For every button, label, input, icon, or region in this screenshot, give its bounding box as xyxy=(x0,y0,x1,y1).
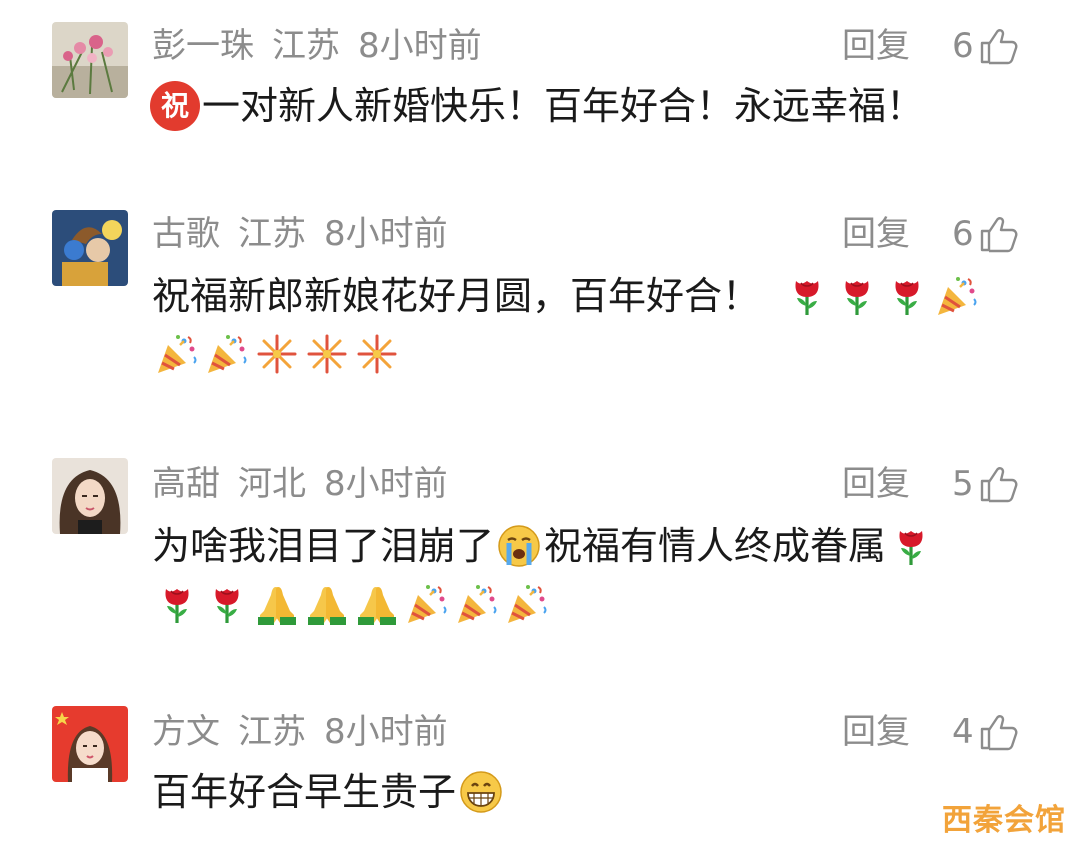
comment-text-line: 祝福有情人终成眷属 xyxy=(544,524,887,568)
comment-text: 祝福新郎新娘花好月圆，百年好合！ xyxy=(152,270,982,322)
like-button[interactable]: 6 xyxy=(952,24,1018,68)
like-button[interactable]: 5 xyxy=(952,462,1018,506)
comment-text: 百年好合早生贵子 xyxy=(152,766,506,818)
thumbs-up-icon[interactable] xyxy=(978,464,1018,504)
comment-text xyxy=(152,328,402,380)
party-popper-icon xyxy=(154,331,200,377)
comment-text: 祝 一对新人新婚快乐！百年好合！永远幸福！ xyxy=(150,80,925,132)
comment-meta: 彭一珠 江苏 8小时前 xyxy=(152,24,500,68)
comment-time: 8小时前 xyxy=(324,464,448,504)
fireworks-icon xyxy=(354,331,400,377)
like-count: 4 xyxy=(952,712,974,752)
comment-meta: 方文 江苏 8小时前 xyxy=(152,710,466,754)
party-popper-icon xyxy=(204,331,250,377)
reply-button[interactable]: 回复 xyxy=(842,212,910,256)
comment-time: 8小时前 xyxy=(358,26,482,66)
blessing-badge-icon: 祝 xyxy=(150,81,200,131)
watermark-logo: 西秦会馆 xyxy=(942,803,1066,838)
comment-text-line: 一对新人新婚快乐！百年好合！永远幸福！ xyxy=(202,84,925,128)
rose-icon xyxy=(204,581,250,627)
avatar[interactable] xyxy=(52,458,128,534)
party-popper-icon xyxy=(504,581,550,627)
avatar[interactable] xyxy=(52,22,128,98)
like-button[interactable]: 6 xyxy=(952,212,1018,256)
folded-hands-icon xyxy=(354,581,400,627)
comment-meta: 古歌 江苏 8小时前 xyxy=(152,212,466,256)
rose-icon xyxy=(884,273,930,319)
party-popper-icon xyxy=(454,581,500,627)
thumbs-up-icon[interactable] xyxy=(978,214,1018,254)
comment-text xyxy=(152,578,552,630)
reply-button[interactable]: 回复 xyxy=(842,462,910,506)
avatar[interactable] xyxy=(52,706,128,782)
commenter-region: 河北 xyxy=(238,464,306,504)
commenter-name[interactable]: 方文 xyxy=(152,712,220,752)
like-count: 6 xyxy=(952,26,974,66)
like-count: 5 xyxy=(952,464,974,504)
folded-hands-icon xyxy=(254,581,300,627)
comment-meta: 高甜 河北 8小时前 xyxy=(152,462,466,506)
crying-face-icon xyxy=(496,523,542,569)
grinning-face-icon xyxy=(458,769,504,815)
like-button[interactable]: 4 xyxy=(952,710,1018,754)
thumbs-up-icon[interactable] xyxy=(978,26,1018,66)
fireworks-icon xyxy=(304,331,350,377)
commenter-name[interactable]: 高甜 xyxy=(152,464,220,504)
comment-text: 为啥我泪目了泪崩了 祝福有情人终成眷属 xyxy=(152,520,936,572)
comment-text-line: 为啥我泪目了泪崩了 xyxy=(152,524,495,568)
reply-button[interactable]: 回复 xyxy=(842,24,910,68)
party-popper-icon xyxy=(404,581,450,627)
comment-text-line: 祝福新郎新娘花好月圆，百年好合！ xyxy=(152,274,761,318)
comment-time: 8小时前 xyxy=(324,214,448,254)
rose-icon xyxy=(834,273,880,319)
thumbs-up-icon[interactable] xyxy=(978,712,1018,752)
avatar[interactable] xyxy=(52,210,128,286)
commenter-name[interactable]: 古歌 xyxy=(152,214,220,254)
party-popper-icon xyxy=(934,273,980,319)
comment-text-line: 百年好合早生贵子 xyxy=(152,770,457,814)
fireworks-icon xyxy=(254,331,300,377)
reply-button[interactable]: 回复 xyxy=(842,710,910,754)
like-count: 6 xyxy=(952,214,974,254)
folded-hands-icon xyxy=(304,581,350,627)
rose-icon xyxy=(784,273,830,319)
rose-icon xyxy=(154,581,200,627)
rose-icon xyxy=(888,523,934,569)
commenter-region: 江苏 xyxy=(272,26,340,66)
commenter-name[interactable]: 彭一珠 xyxy=(152,26,254,66)
comment-time: 8小时前 xyxy=(324,712,448,752)
commenter-region: 江苏 xyxy=(238,214,306,254)
commenter-region: 江苏 xyxy=(238,712,306,752)
